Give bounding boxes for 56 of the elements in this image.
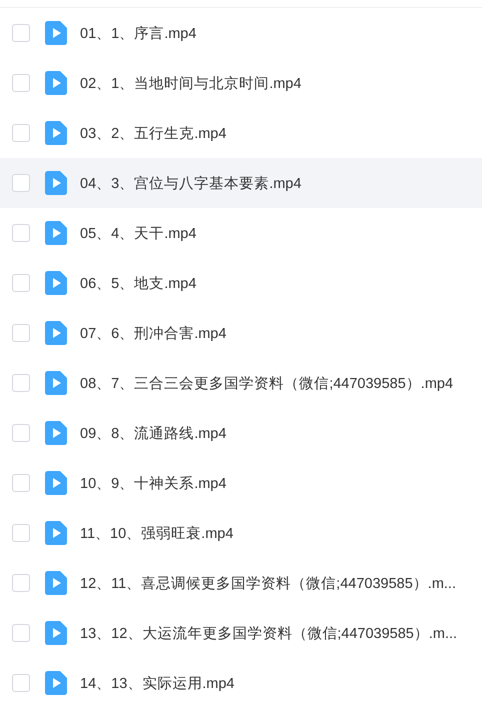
checkbox[interactable]	[12, 224, 30, 242]
checkbox[interactable]	[12, 574, 30, 592]
checkbox[interactable]	[12, 624, 30, 642]
checkbox[interactable]	[12, 274, 30, 292]
file-name[interactable]: 11、10、强弱旺衰.mp4	[80, 524, 234, 542]
file-row[interactable]: 14、13、实际运用.mp4	[0, 658, 482, 707]
checkbox[interactable]	[12, 174, 30, 192]
file-row[interactable]: 12、11、喜忌调候更多国学资料（微信;447039585）.m...	[0, 558, 482, 608]
file-name[interactable]: 05、4、天干.mp4	[80, 224, 196, 242]
video-file-icon	[45, 521, 67, 545]
video-file-icon	[45, 71, 67, 95]
video-file-icon	[45, 621, 67, 645]
checkbox[interactable]	[12, 24, 30, 42]
checkbox[interactable]	[12, 524, 30, 542]
file-row[interactable]: 01、1、序言.mp4	[0, 8, 482, 58]
file-name[interactable]: 03、2、五行生克.mp4	[80, 124, 226, 142]
file-name[interactable]: 10、9、十神关系.mp4	[80, 474, 226, 492]
video-file-icon	[45, 21, 67, 45]
video-file-icon	[45, 171, 67, 195]
file-row[interactable]: 13、12、大运流年更多国学资料（微信;447039585）.m...	[0, 608, 482, 658]
file-row[interactable]: 07、6、刑冲合害.mp4	[0, 308, 482, 358]
file-name[interactable]: 13、12、大运流年更多国学资料（微信;447039585）.m...	[80, 624, 458, 642]
file-name[interactable]: 09、8、流通路线.mp4	[80, 424, 226, 442]
video-file-icon	[45, 671, 67, 695]
file-row[interactable]: 03、2、五行生克.mp4	[0, 108, 482, 158]
checkbox[interactable]	[12, 474, 30, 492]
file-name[interactable]: 07、6、刑冲合害.mp4	[80, 324, 226, 342]
video-file-icon	[45, 321, 67, 345]
file-name[interactable]: 12、11、喜忌调候更多国学资料（微信;447039585）.m...	[80, 574, 456, 592]
checkbox[interactable]	[12, 424, 30, 442]
file-name[interactable]: 14、13、实际运用.mp4	[80, 674, 234, 692]
checkbox[interactable]	[12, 674, 30, 692]
video-file-icon	[45, 271, 67, 295]
video-file-icon	[45, 121, 67, 145]
file-row[interactable]: 11、10、强弱旺衰.mp4	[0, 508, 482, 558]
checkbox[interactable]	[12, 324, 30, 342]
checkbox[interactable]	[12, 74, 30, 92]
file-row[interactable]: 06、5、地支.mp4	[0, 258, 482, 308]
file-row[interactable]: 09、8、流通路线.mp4	[0, 408, 482, 458]
video-file-icon	[45, 371, 67, 395]
checkbox[interactable]	[12, 374, 30, 392]
file-row[interactable]: 04、3、宫位与八字基本要素.mp4	[0, 158, 482, 208]
file-row[interactable]: 05、4、天干.mp4	[0, 208, 482, 258]
file-row[interactable]: 02、1、当地时间与北京时间.mp4	[0, 58, 482, 108]
file-name[interactable]: 08、7、三合三会更多国学资料（微信;447039585）.mp4	[80, 374, 454, 392]
file-name[interactable]: 01、1、序言.mp4	[80, 24, 196, 42]
file-row[interactable]: 10、9、十神关系.mp4	[0, 458, 482, 508]
file-row[interactable]: 08、7、三合三会更多国学资料（微信;447039585）.mp4	[0, 358, 482, 408]
video-file-icon	[45, 421, 67, 445]
video-file-icon	[45, 221, 67, 245]
video-file-icon	[45, 471, 67, 495]
file-name[interactable]: 06、5、地支.mp4	[80, 274, 196, 292]
file-name[interactable]: 04、3、宫位与八字基本要素.mp4	[80, 174, 302, 192]
video-file-icon	[45, 571, 67, 595]
file-name[interactable]: 02、1、当地时间与北京时间.mp4	[80, 74, 302, 92]
checkbox[interactable]	[12, 124, 30, 142]
